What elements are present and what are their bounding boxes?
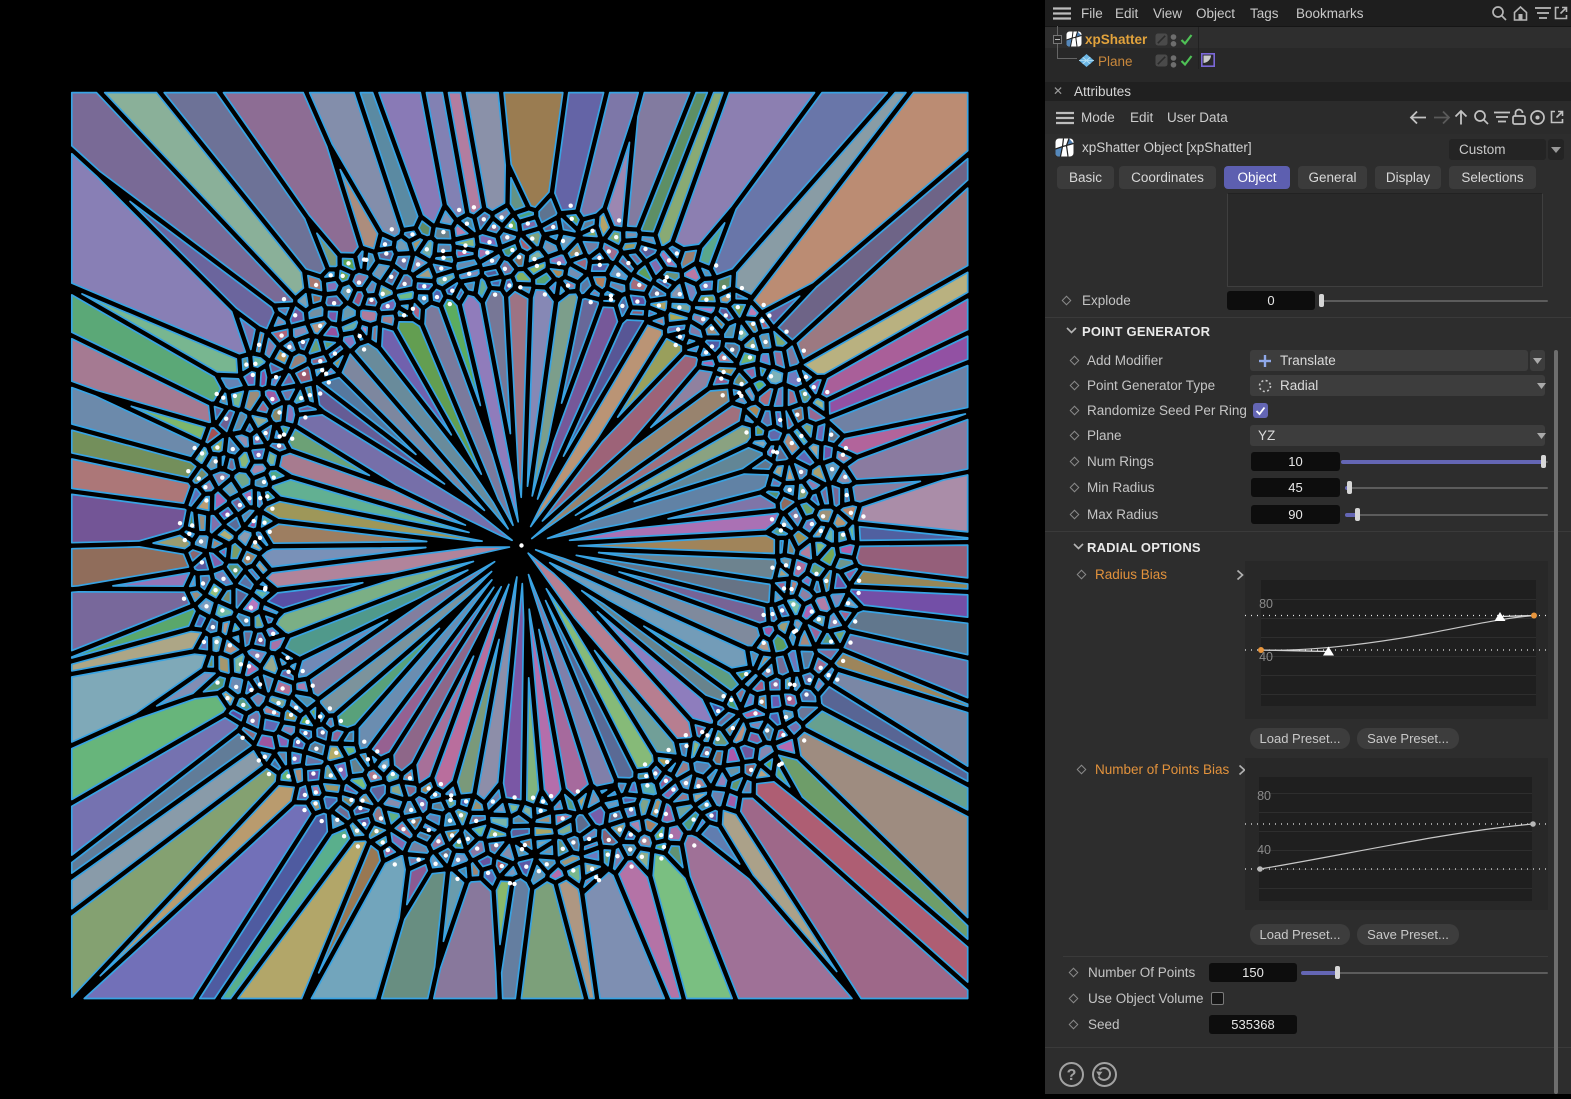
svg-text:40: 40 [1257, 843, 1271, 857]
svg-text:80: 80 [1257, 789, 1271, 803]
svg-text:?: ? [1067, 1067, 1077, 1084]
svg-text:80: 80 [1259, 597, 1273, 611]
